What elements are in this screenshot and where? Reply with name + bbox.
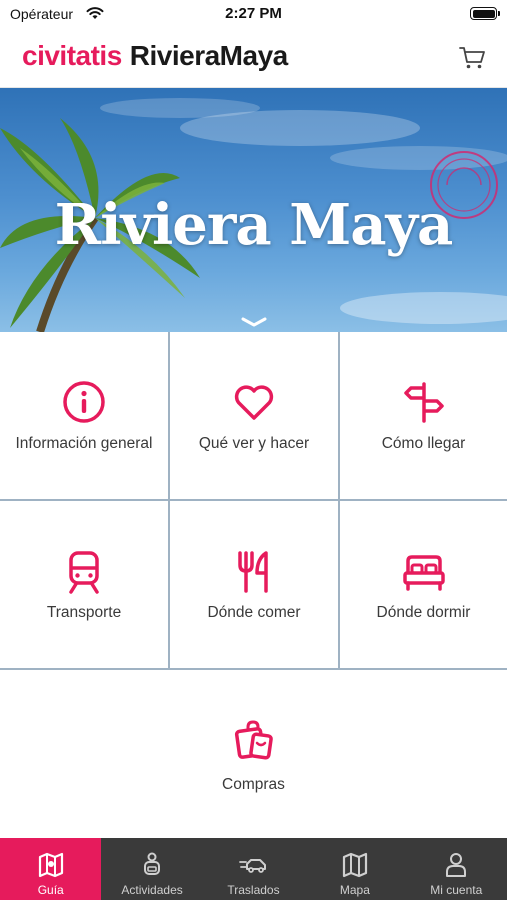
- train-icon: [69, 551, 99, 594]
- tab-mi-cuenta[interactable]: Mi cuenta: [406, 838, 507, 900]
- shopping-bag-icon: [234, 720, 273, 760]
- menu-item-label: Dónde dormir: [376, 604, 471, 621]
- backpacker-icon: [144, 852, 161, 875]
- menu-item-donde-dormir[interactable]: Dónde dormir: [340, 501, 507, 668]
- tab-label: Actividades: [121, 883, 183, 897]
- map-guide-icon: [38, 852, 63, 878]
- menu-item-label: Transporte: [46, 604, 122, 621]
- menu-item-label: Información general: [15, 435, 153, 452]
- tab-label: Mi cuenta: [430, 883, 483, 897]
- menu-item-label: Qué ver y hacer: [198, 435, 310, 452]
- logo-destination: RivieraMaya: [129, 40, 288, 71]
- hero-banner: Riviera Maya: [0, 88, 507, 332]
- guide-menu-grid: Información general Qué ver y hacer Cómo…: [0, 332, 507, 838]
- menu-item-como-llegar[interactable]: Cómo llegar: [340, 332, 507, 499]
- tab-label: Mapa: [339, 883, 370, 897]
- map-icon: [342, 852, 367, 878]
- heart-icon: [234, 385, 274, 420]
- logo-brand: civitatis: [22, 40, 122, 71]
- shopping-cart-icon[interactable]: [457, 42, 487, 72]
- bed-icon: [402, 555, 445, 591]
- menu-item-label: Compras: [222, 776, 285, 793]
- stamp-seal-icon: [430, 151, 498, 219]
- battery-icon: [470, 7, 500, 20]
- menu-item-label: Dónde comer: [207, 604, 301, 621]
- tab-traslados[interactable]: Traslados: [203, 838, 304, 900]
- signpost-icon: [403, 382, 444, 423]
- menu-item-transporte[interactable]: Transporte: [0, 501, 168, 668]
- menu-item-compras[interactable]: Compras: [0, 670, 507, 838]
- cutlery-icon: [238, 551, 268, 593]
- civitatis-logo[interactable]: civitatis RivieraMaya: [22, 40, 288, 72]
- bottom-tab-bar: Guía Actividades Traslados Mapa Mi cuent…: [0, 838, 507, 900]
- menu-item-donde-comer[interactable]: Dónde comer: [170, 501, 338, 668]
- tab-actividades[interactable]: Actividades: [101, 838, 202, 900]
- app-header: civitatis RivieraMaya: [0, 30, 507, 88]
- user-icon: [446, 853, 467, 877]
- clock: 2:27 PM: [225, 5, 282, 22]
- tab-guia[interactable]: Guía: [0, 838, 102, 900]
- transfer-car-icon: [239, 859, 267, 873]
- status-bar: Opérateur 2:27 PM: [0, 0, 507, 30]
- chevron-down-icon[interactable]: [240, 316, 268, 328]
- tab-label: Guía: [37, 883, 64, 897]
- menu-item-label: Cómo llegar: [381, 435, 466, 452]
- menu-item-que-ver-y-hacer[interactable]: Qué ver y hacer: [170, 332, 338, 499]
- menu-item-informacion-general[interactable]: Información general: [0, 332, 168, 499]
- tab-mapa[interactable]: Mapa: [304, 838, 405, 900]
- info-icon: [63, 381, 105, 423]
- tab-label: Traslados: [227, 883, 280, 897]
